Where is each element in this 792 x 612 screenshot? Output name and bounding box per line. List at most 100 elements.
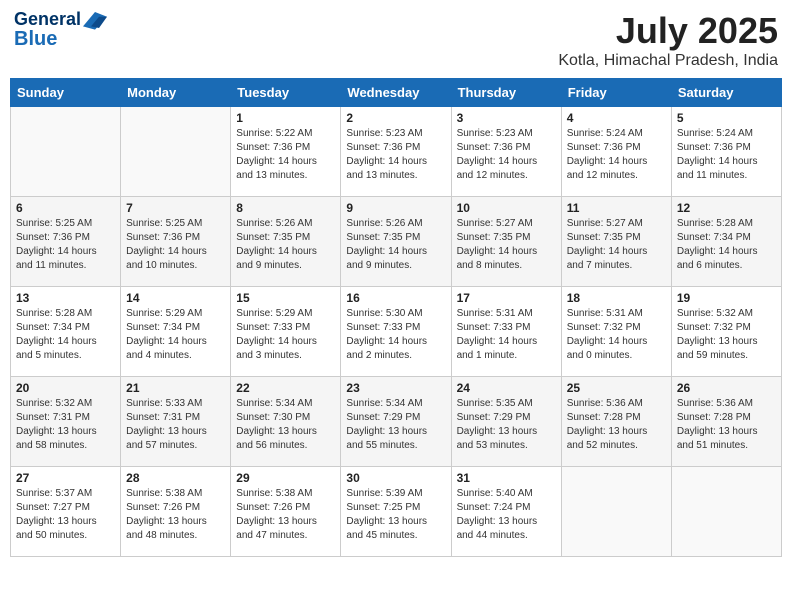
- day-info: Sunrise: 5:38 AM Sunset: 7:26 PM Dayligh…: [126, 487, 225, 543]
- day-number: 27: [16, 471, 115, 485]
- calendar-cell: 31Sunrise: 5:40 AM Sunset: 7:24 PM Dayli…: [451, 467, 561, 557]
- day-info: Sunrise: 5:24 AM Sunset: 7:36 PM Dayligh…: [677, 127, 776, 183]
- day-info: Sunrise: 5:36 AM Sunset: 7:28 PM Dayligh…: [567, 397, 666, 453]
- calendar-cell: 28 Sunrise: 5:38 AM Sunset: 7:26 PM Dayli…: [121, 467, 231, 557]
- calendar-cell: 17 Sunrise: 5:31 AM Sunset: 7:33 PM Dayli…: [451, 287, 561, 377]
- day-number: 5: [677, 111, 776, 125]
- day-number: 8: [236, 201, 335, 215]
- weekday-header-wednesday: Wednesday: [341, 79, 451, 107]
- weekday-header-sunday: Sunday: [11, 79, 121, 107]
- day-number: 10: [457, 201, 556, 215]
- day-info: Sunrise: 5:22 AM Sunset: 7:36 PM Dayligh…: [236, 127, 335, 183]
- calendar-cell: 14Sunrise: 5:29 AM Sunset: 7:34 PM Dayli…: [121, 287, 231, 377]
- calendar-cell: 5 Sunrise: 5:24 AM Sunset: 7:36 PM Daylig…: [671, 107, 781, 197]
- calendar-cell: 19 Sunrise: 5:32 AM Sunset: 7:32 PM Dayli…: [671, 287, 781, 377]
- calendar-cell: 30Sunrise: 5:39 AM Sunset: 7:25 PM Dayli…: [341, 467, 451, 557]
- day-info: Sunrise: 5:27 AM Sunset: 7:35 PM Dayligh…: [457, 217, 556, 273]
- day-number: 16: [346, 291, 445, 305]
- calendar-cell: 10 Sunrise: 5:27 AM Sunset: 7:35 PM Dayli…: [451, 197, 561, 287]
- day-info: Sunrise: 5:32 AM Sunset: 7:31 PM Dayligh…: [16, 397, 115, 453]
- weekday-header-thursday: Thursday: [451, 79, 561, 107]
- weekday-header-saturday: Saturday: [671, 79, 781, 107]
- day-info: Sunrise: 5:40 AM Sunset: 7:24 PM Dayligh…: [457, 487, 556, 543]
- day-info: Sunrise: 5:26 AM Sunset: 7:35 PM Dayligh…: [236, 217, 335, 273]
- day-info: Sunrise: 5:29 AM Sunset: 7:33 PM Dayligh…: [236, 307, 335, 363]
- calendar-week-5: 27Sunrise: 5:37 AM Sunset: 7:27 PM Dayli…: [11, 467, 782, 557]
- day-info: Sunrise: 5:28 AM Sunset: 7:34 PM Dayligh…: [16, 307, 115, 363]
- calendar-cell: 1 Sunrise: 5:22 AM Sunset: 7:36 PM Daylig…: [231, 107, 341, 197]
- calendar-cell: 6 Sunrise: 5:25 AM Sunset: 7:36 PM Daylig…: [11, 197, 121, 287]
- calendar-week-2: 6 Sunrise: 5:25 AM Sunset: 7:36 PM Daylig…: [11, 197, 782, 287]
- logo-text-blue: Blue: [14, 28, 57, 50]
- logo-text-general: General: [14, 10, 81, 30]
- day-number: 30: [346, 471, 445, 485]
- day-number: 3: [457, 111, 556, 125]
- day-number: 9: [346, 201, 445, 215]
- day-number: 26: [677, 381, 776, 395]
- calendar-cell: 8 Sunrise: 5:26 AM Sunset: 7:35 PM Daylig…: [231, 197, 341, 287]
- title-block: July 2025 Kotla, Himachal Pradesh, India: [558, 10, 778, 70]
- calendar-cell: 29 Sunrise: 5:38 AM Sunset: 7:26 PM Dayli…: [231, 467, 341, 557]
- day-info: Sunrise: 5:38 AM Sunset: 7:26 PM Dayligh…: [236, 487, 335, 543]
- day-info: Sunrise: 5:33 AM Sunset: 7:31 PM Dayligh…: [126, 397, 225, 453]
- calendar-cell: [671, 467, 781, 557]
- day-number: 6: [16, 201, 115, 215]
- calendar-cell: 20 Sunrise: 5:32 AM Sunset: 7:31 PM Dayli…: [11, 377, 121, 467]
- day-number: 21: [126, 381, 225, 395]
- calendar-week-4: 20 Sunrise: 5:32 AM Sunset: 7:31 PM Dayli…: [11, 377, 782, 467]
- day-number: 20: [16, 381, 115, 395]
- calendar-cell: 25Sunrise: 5:36 AM Sunset: 7:28 PM Dayli…: [561, 377, 671, 467]
- day-number: 12: [677, 201, 776, 215]
- calendar-cell: 9 Sunrise: 5:26 AM Sunset: 7:35 PM Daylig…: [341, 197, 451, 287]
- weekday-header-tuesday: Tuesday: [231, 79, 341, 107]
- day-number: 23: [346, 381, 445, 395]
- calendar-cell: 21 Sunrise: 5:33 AM Sunset: 7:31 PM Dayli…: [121, 377, 231, 467]
- day-number: 19: [677, 291, 776, 305]
- day-info: Sunrise: 5:23 AM Sunset: 7:36 PM Dayligh…: [346, 127, 445, 183]
- calendar-cell: 18 Sunrise: 5:31 AM Sunset: 7:32 PM Dayli…: [561, 287, 671, 377]
- day-info: Sunrise: 5:31 AM Sunset: 7:32 PM Dayligh…: [567, 307, 666, 363]
- day-number: 1: [236, 111, 335, 125]
- calendar-cell: 26 Sunrise: 5:36 AM Sunset: 7:28 PM Dayli…: [671, 377, 781, 467]
- calendar-cell: [561, 467, 671, 557]
- location-title: Kotla, Himachal Pradesh, India: [558, 52, 778, 70]
- day-number: 17: [457, 291, 556, 305]
- weekday-header-friday: Friday: [561, 79, 671, 107]
- day-info: Sunrise: 5:25 AM Sunset: 7:36 PM Dayligh…: [126, 217, 225, 273]
- day-number: 18: [567, 291, 666, 305]
- calendar-cell: 16Sunrise: 5:30 AM Sunset: 7:33 PM Dayli…: [341, 287, 451, 377]
- day-info: Sunrise: 5:36 AM Sunset: 7:28 PM Dayligh…: [677, 397, 776, 453]
- day-number: 28: [126, 471, 225, 485]
- calendar-week-3: 13 Sunrise: 5:28 AM Sunset: 7:34 PM Dayli…: [11, 287, 782, 377]
- day-info: Sunrise: 5:32 AM Sunset: 7:32 PM Dayligh…: [677, 307, 776, 363]
- weekday-header-row: SundayMondayTuesdayWednesdayThursdayFrid…: [11, 79, 782, 107]
- logo-icon: [83, 10, 107, 30]
- day-info: Sunrise: 5:34 AM Sunset: 7:29 PM Dayligh…: [346, 397, 445, 453]
- calendar-cell: 11Sunrise: 5:27 AM Sunset: 7:35 PM Dayli…: [561, 197, 671, 287]
- calendar-cell: 2 Sunrise: 5:23 AM Sunset: 7:36 PM Daylig…: [341, 107, 451, 197]
- calendar-table: SundayMondayTuesdayWednesdayThursdayFrid…: [10, 78, 782, 557]
- day-info: Sunrise: 5:31 AM Sunset: 7:33 PM Dayligh…: [457, 307, 556, 363]
- day-number: 15: [236, 291, 335, 305]
- calendar-cell: 3 Sunrise: 5:23 AM Sunset: 7:36 PM Daylig…: [451, 107, 561, 197]
- calendar-cell: 22 Sunrise: 5:34 AM Sunset: 7:30 PM Dayli…: [231, 377, 341, 467]
- day-info: Sunrise: 5:23 AM Sunset: 7:36 PM Dayligh…: [457, 127, 556, 183]
- calendar-week-1: 1 Sunrise: 5:22 AM Sunset: 7:36 PM Daylig…: [11, 107, 782, 197]
- day-number: 24: [457, 381, 556, 395]
- day-number: 22: [236, 381, 335, 395]
- day-number: 13: [16, 291, 115, 305]
- day-info: Sunrise: 5:34 AM Sunset: 7:30 PM Dayligh…: [236, 397, 335, 453]
- day-info: Sunrise: 5:26 AM Sunset: 7:35 PM Dayligh…: [346, 217, 445, 273]
- calendar-cell: [121, 107, 231, 197]
- day-number: 4: [567, 111, 666, 125]
- day-number: 29: [236, 471, 335, 485]
- calendar-cell: 23 Sunrise: 5:34 AM Sunset: 7:29 PM Dayli…: [341, 377, 451, 467]
- day-number: 2: [346, 111, 445, 125]
- day-info: Sunrise: 5:27 AM Sunset: 7:35 PM Dayligh…: [567, 217, 666, 273]
- day-info: Sunrise: 5:28 AM Sunset: 7:34 PM Dayligh…: [677, 217, 776, 273]
- logo: General Blue: [14, 10, 107, 50]
- calendar-cell: 27Sunrise: 5:37 AM Sunset: 7:27 PM Dayli…: [11, 467, 121, 557]
- calendar-cell: 13 Sunrise: 5:28 AM Sunset: 7:34 PM Dayli…: [11, 287, 121, 377]
- day-info: Sunrise: 5:29 AM Sunset: 7:34 PM Dayligh…: [126, 307, 225, 363]
- day-info: Sunrise: 5:25 AM Sunset: 7:36 PM Dayligh…: [16, 217, 115, 273]
